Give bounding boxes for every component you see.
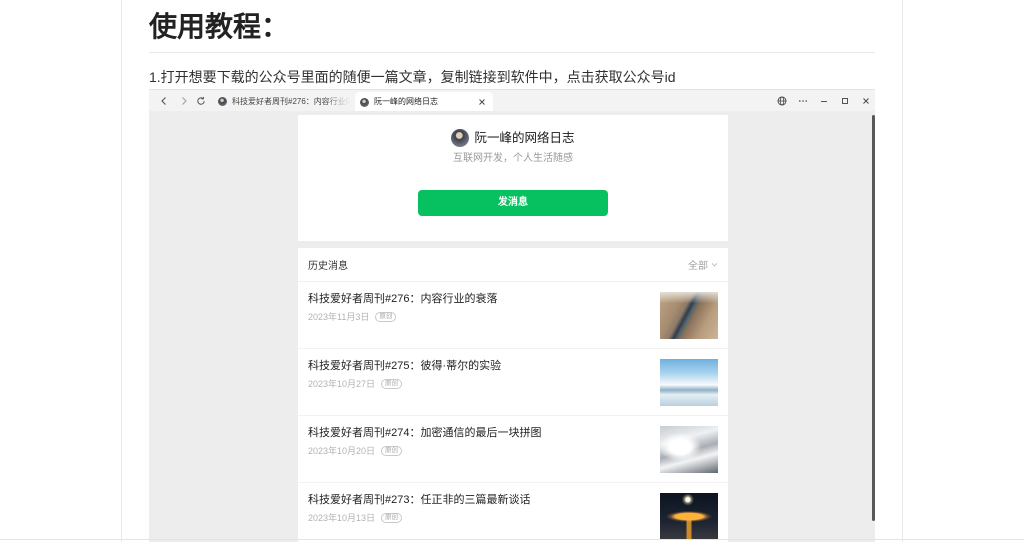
globe-button[interactable]	[777, 96, 787, 106]
browser-viewport: 阮一峰的网络日志 互联网开发，个人生活随感 发消息 历史消息 全部 科技爱好者周…	[149, 111, 875, 542]
article-list-item[interactable]: 科技爱好者周刊#274：加密通信的最后一块拼图 2023年10月20日 原创	[298, 416, 728, 483]
history-header: 历史消息 全部	[298, 248, 728, 282]
chevron-left-icon	[161, 97, 166, 105]
page-title: 使用教程：	[149, 11, 290, 42]
chevron-down-icon	[711, 263, 718, 267]
profile-bio: 互联网开发，个人生活随感	[453, 153, 573, 164]
chevron-right-icon	[182, 97, 187, 105]
profile-card: 阮一峰的网络日志 互联网开发，个人生活随感 发消息	[298, 115, 728, 241]
close-icon	[863, 98, 869, 104]
profile-header: 阮一峰的网络日志	[298, 128, 728, 148]
step-1-text: 1.打开想要下载的公众号里面的随便一篇文章，复制链接到软件中，点击获取公众号id	[149, 69, 676, 85]
history-heading: 历史消息	[308, 261, 348, 272]
tab-title: 阮一峰的网络日志	[374, 97, 438, 106]
article-title: 科技爱好者周刊#273：任正非的三篇最新谈话	[308, 494, 531, 506]
article-meta: 2023年11月3日 原创	[308, 311, 397, 323]
browser-tab-strip: 科技爱好者周刊#276：内容行业的 阮一峰的网络日志	[149, 89, 875, 112]
article-thumbnail	[660, 359, 718, 406]
original-badge: 原创	[381, 513, 403, 523]
more-icon	[799, 100, 807, 102]
title-divider	[149, 52, 875, 53]
avatar-icon	[218, 97, 227, 106]
article-thumbnail	[660, 493, 718, 540]
original-badge: 原创	[381, 446, 403, 456]
more-button[interactable]	[798, 96, 808, 106]
minimize-button[interactable]	[819, 96, 829, 106]
article-thumbnail	[660, 426, 718, 473]
tutorial-screenshot: 科技爱好者周刊#276：内容行业的 阮一峰的网络日志 阮一峰的网络日志 互联网开…	[149, 89, 875, 542]
send-message-button[interactable]: 发消息	[418, 190, 608, 216]
globe-icon	[777, 96, 787, 106]
tab-blog[interactable]: 阮一峰的网络日志	[355, 92, 493, 112]
article-date: 2023年10月20日	[308, 446, 376, 456]
scrollbar-thumb[interactable]	[872, 115, 875, 521]
tab-article[interactable]: 科技爱好者周刊#276：内容行业的	[213, 92, 353, 111]
close-tab-button[interactable]	[478, 98, 486, 106]
avatar	[451, 129, 470, 147]
article-title: 科技爱好者周刊#274：加密通信的最后一块拼图	[308, 427, 542, 439]
back-button[interactable]	[159, 96, 169, 106]
article-list-item[interactable]: 科技爱好者周刊#276：内容行业的衰落 2023年11月3日 原创	[298, 282, 728, 349]
reload-button[interactable]	[196, 96, 206, 106]
close-window-button[interactable]	[861, 96, 871, 106]
avatar-icon	[360, 97, 369, 107]
original-badge: 原创	[375, 312, 397, 322]
article-list-item[interactable]: 科技爱好者周刊#275：彼得·蒂尔的实验 2023年10月27日 原创	[298, 349, 728, 416]
reload-icon	[197, 96, 205, 105]
bottom-divider	[0, 539, 1024, 540]
close-icon	[479, 99, 485, 105]
article-title: 科技爱好者周刊#275：彼得·蒂尔的实验	[308, 360, 502, 372]
history-card: 历史消息 全部 科技爱好者周刊#276：内容行业的衰落 2023年11月3日 原…	[298, 248, 728, 542]
content-border-right	[902, 0, 903, 542]
article-date: 2023年10月13日	[308, 513, 376, 523]
article-title: 科技爱好者周刊#276：内容行业的衰落	[308, 293, 498, 305]
filter-all-button[interactable]: 全部	[688, 257, 718, 272]
article-list-item[interactable]: 科技爱好者周刊#273：任正非的三篇最新谈话 2023年10月13日 原创	[298, 483, 728, 542]
article-meta: 2023年10月27日 原创	[308, 378, 403, 390]
tab-title: 科技爱好者周刊#276：内容行业的	[232, 96, 350, 106]
filter-label: 全部	[688, 261, 708, 272]
maximize-button[interactable]	[840, 96, 850, 106]
minimize-icon	[821, 101, 827, 102]
content-border-left	[121, 0, 122, 542]
article-meta: 2023年10月20日 原创	[308, 445, 403, 457]
forward-button[interactable]	[179, 96, 189, 106]
article-date: 2023年11月3日	[308, 312, 370, 322]
article-meta: 2023年10月13日 原创	[308, 512, 403, 524]
article-date: 2023年10月27日	[308, 379, 376, 389]
profile-name: 阮一峰的网络日志	[474, 131, 575, 145]
article-thumbnail	[660, 292, 718, 339]
original-badge: 原创	[381, 379, 403, 389]
maximize-icon	[842, 98, 848, 104]
